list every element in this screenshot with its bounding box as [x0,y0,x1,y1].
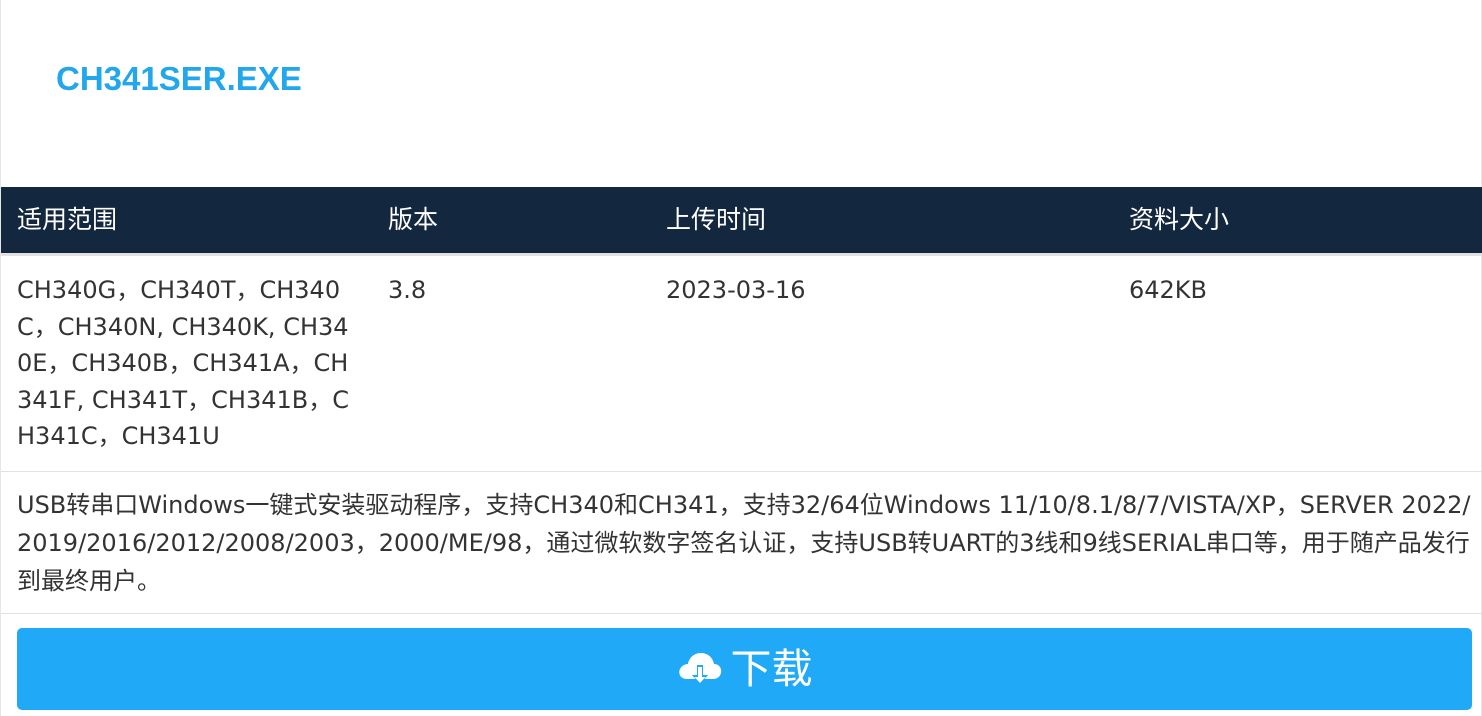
cell-size: 642KB [1129,276,1208,304]
table-header: 适用范围 版本 上传时间 资料大小 [1,187,1482,253]
cloud-download-icon [677,646,723,692]
file-title: CH341SER.EXE [56,60,302,97]
download-button[interactable]: 下载 [17,628,1472,710]
cell-upload-time: 2023-03-16 [666,276,806,304]
header-size: 资料大小 [1129,205,1230,234]
download-page: CH341SER.EXE 适用范围 版本 上传时间 资料大小 CH340G，CH… [0,0,1482,716]
header-scope: 适用范围 [17,205,118,234]
file-description: USB转串口Windows一键式安装驱动程序，支持CH340和CH341，支持3… [17,491,1471,595]
description-divider [1,613,1482,614]
row-divider [1,471,1482,472]
download-label: 下载 [730,645,813,693]
table-row: CH340G，CH340T，CH340C，CH340N, CH340K, CH3… [1,256,1482,471]
cell-version: 3.8 [388,276,427,304]
cell-scope: CH340G，CH340T，CH340C，CH340N, CH340K, CH3… [17,276,349,450]
header-version: 版本 [388,205,439,234]
header-upload-time: 上传时间 [666,205,767,234]
